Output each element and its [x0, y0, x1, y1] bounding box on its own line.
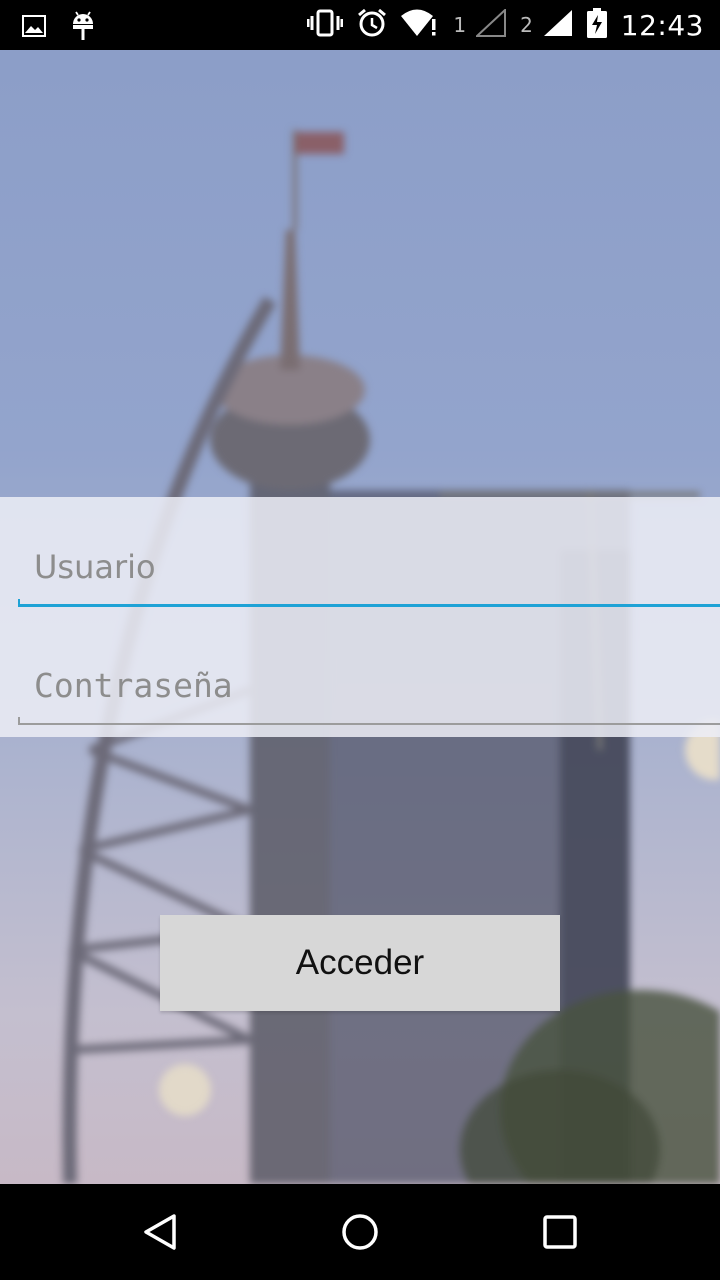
signal-sim1-icon: [474, 7, 507, 41]
battery-charging-icon: [586, 8, 607, 42]
home-icon[interactable]: [338, 1210, 382, 1254]
back-icon[interactable]: [138, 1210, 182, 1254]
login-panel: [0, 497, 720, 737]
password-field: [18, 645, 720, 725]
username-underline: [18, 604, 720, 607]
password-underline: [18, 723, 720, 725]
vibrate-icon: [306, 9, 344, 41]
recents-icon[interactable]: [538, 1210, 582, 1254]
login-button[interactable]: Acceder: [160, 915, 560, 1011]
wifi-alert-icon: [401, 9, 439, 41]
clock: 12:43: [620, 8, 704, 42]
navigation-bar: [0, 1184, 720, 1280]
username-input[interactable]: [34, 547, 694, 587]
username-field: [18, 527, 720, 607]
sim2-label: 2: [520, 13, 533, 37]
username-underline-cap: [18, 599, 20, 607]
image-icon: [22, 14, 46, 42]
android-debug-icon: [70, 10, 96, 46]
password-input[interactable]: [34, 665, 694, 705]
alarm-icon: [357, 8, 387, 42]
status-bar: 1 2 12:43: [0, 0, 720, 50]
signal-sim2-icon: [543, 9, 573, 41]
sim1-label: 1: [453, 13, 467, 37]
password-underline-cap: [18, 717, 20, 725]
